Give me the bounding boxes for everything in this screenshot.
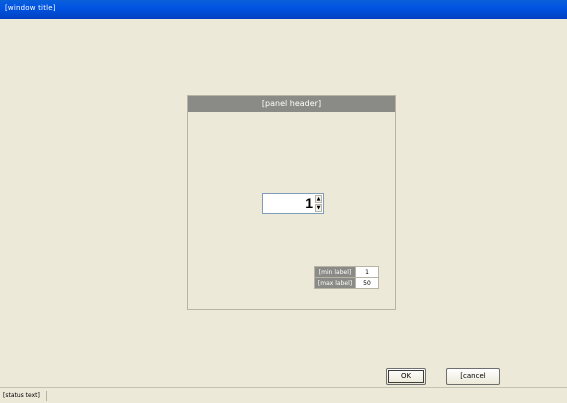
range-row-max: [max label] 50 xyxy=(314,277,379,289)
window-title: [window title] xyxy=(0,0,567,19)
unit-count-value[interactable]: 1 xyxy=(263,194,315,213)
panel-header: [panel header] xyxy=(188,96,395,112)
max-value: 50 xyxy=(355,277,379,289)
spin-up-icon[interactable]: ▲ xyxy=(315,195,322,203)
unit-count-panel: [panel header] 1 ▲ ▼ [min label] 1 [max … xyxy=(187,95,396,310)
status-text: [status text] xyxy=(3,391,47,401)
spin-down-icon[interactable]: ▼ xyxy=(315,204,322,212)
unit-count-spinner[interactable]: 1 ▲ ▼ xyxy=(262,193,324,214)
cancel-button[interactable]: [cancel button] xyxy=(446,368,500,395)
min-value: 1 xyxy=(355,266,379,278)
range-table: [min label] 1 [max label] 50 xyxy=(314,266,379,289)
max-label: [max label] xyxy=(314,277,356,289)
spinner-buttons: ▲ ▼ xyxy=(315,195,322,212)
min-label: [min label] xyxy=(314,266,356,278)
wizard-content: [panel header] 1 ▲ ▼ [min label] 1 [max … xyxy=(0,19,567,387)
range-row-min: [min label] 1 xyxy=(314,266,379,278)
status-bar: [status text] xyxy=(0,387,567,403)
ok-button[interactable]: OK xyxy=(386,368,426,385)
